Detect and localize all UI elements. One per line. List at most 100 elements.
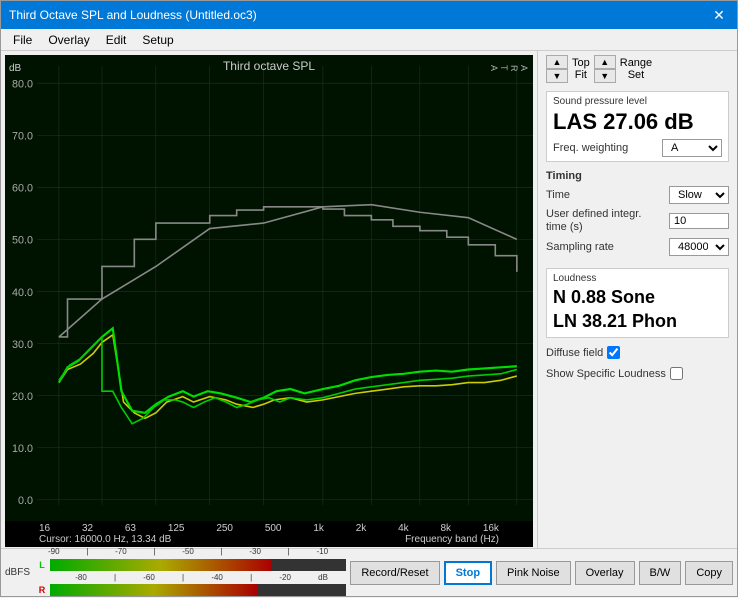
top-label: Top [572, 57, 590, 69]
top-ctrl-group: ▲ ▼ [546, 55, 568, 83]
svg-text:10.0: 10.0 [12, 443, 33, 455]
spl-label: Sound pressure level [553, 96, 722, 107]
close-button[interactable]: ✕ [709, 5, 729, 25]
svg-text:50.0: 50.0 [12, 235, 33, 247]
l-channel-label: L [36, 558, 48, 572]
r-meter-track [50, 584, 346, 596]
diffuse-field-row: Diffuse field [546, 346, 729, 359]
scale-minus20: -20 [279, 573, 291, 582]
set-label: Set [628, 69, 645, 81]
spl-section: Sound pressure level LAS 27.06 dB Freq. … [546, 91, 729, 162]
loudness-ln-value: LN 38.21 Phon [553, 310, 722, 333]
freq-63: 63 [125, 523, 136, 534]
sampling-select[interactable]: 48000 44100 [669, 238, 729, 256]
top-down-button[interactable]: ▼ [546, 69, 568, 83]
scale-labels-bottom: -80 | -60 | -40 | -20 dB [48, 573, 328, 582]
range-ctrl-group: ▲ ▼ [594, 55, 616, 83]
scale-minus10: -10 [316, 547, 328, 556]
user-integr-row: User defined integr. time (s) [546, 208, 729, 234]
copy-button[interactable]: Copy [685, 561, 733, 585]
spl-value: LAS 27.06 dB [553, 109, 722, 135]
freq-4k: 4k [398, 523, 409, 534]
svg-text:80.0: 80.0 [12, 79, 33, 91]
diffuse-field-label: Diffuse field [546, 347, 603, 359]
menu-overlay[interactable]: Overlay [40, 31, 97, 49]
chart-area: Third octave SPL dB ARTA [5, 55, 533, 544]
bottom-bar: dBFS -90 | -70 | -50 | -30 | -10 L [1, 548, 737, 596]
show-specific-row: Show Specific Loudness [546, 367, 729, 380]
range-down-button[interactable]: ▼ [594, 69, 616, 83]
dbfs-label: dBFS [5, 567, 30, 578]
scale-db-right: dB [318, 573, 328, 582]
show-specific-checkbox[interactable] [670, 367, 683, 380]
scale-minus50-pipe: | [153, 547, 155, 556]
r-meter-fill [50, 584, 257, 596]
scale-minus70: | [86, 547, 88, 556]
menu-edit[interactable]: Edit [98, 31, 135, 49]
freq-axis: 16 32 63 125 250 500 1k 2k 4k 8k 16k [9, 523, 529, 534]
pink-noise-button[interactable]: Pink Noise [496, 561, 571, 585]
svg-text:30.0: 30.0 [12, 339, 33, 351]
stop-button[interactable]: Stop [444, 561, 492, 585]
time-select[interactable]: Slow Fast [669, 186, 729, 204]
user-integr-label: User defined integr. time (s) [546, 208, 656, 234]
record-reset-button[interactable]: Record/Reset [350, 561, 439, 585]
top-up-button[interactable]: ▲ [546, 55, 568, 69]
show-specific-label: Show Specific Loudness [546, 368, 666, 380]
r-channel-label: R [36, 583, 48, 597]
title-bar: Third Octave SPL and Loudness (Untitled.… [1, 1, 737, 29]
chart-title: Third octave SPL [223, 59, 315, 73]
freq-weighting-label: Freq. weighting [553, 142, 628, 154]
user-integr-input[interactable] [669, 213, 729, 229]
top-label-group: Top Fit [572, 57, 590, 81]
menu-file[interactable]: File [5, 31, 40, 49]
scale-minus40: -40 [211, 573, 223, 582]
bw-button[interactable]: B/W [639, 561, 682, 585]
time-row: Time Slow Fast [546, 186, 729, 204]
arta-label: ARTA [489, 65, 529, 72]
range-label-group: Range Set [620, 57, 652, 81]
freq-weight-row: Freq. weighting A C Z [553, 139, 722, 157]
freq-16: 16 [39, 523, 50, 534]
range-btn-pair: ▲ ▼ [594, 55, 616, 83]
scale-minus30-pipe: | [221, 547, 223, 556]
freq-weighting-select[interactable]: A C Z [662, 139, 722, 157]
time-label: Time [546, 189, 570, 201]
svg-text:40.0: 40.0 [12, 287, 33, 299]
loudness-label: Loudness [553, 273, 722, 284]
range-label: Range [620, 57, 652, 69]
meter-wrapper: -90 | -70 | -50 | -30 | -10 L -80 [36, 547, 346, 598]
scale-minus90: -90 [48, 547, 60, 556]
l-meter-fill [50, 559, 272, 571]
scale-minus70-val: -70 [115, 547, 127, 556]
freq-1k: 1k [313, 523, 324, 534]
l-meter-row: L [36, 557, 346, 573]
fit-label: Fit [575, 69, 587, 81]
freq-250: 250 [216, 523, 233, 534]
svg-text:0.0: 0.0 [18, 495, 33, 507]
svg-text:60.0: 60.0 [12, 183, 33, 195]
top-btn-pair: ▲ ▼ [546, 55, 568, 83]
db-axis-label: dB [9, 63, 21, 74]
timing-title: Timing [546, 170, 729, 182]
freq-125: 125 [168, 523, 185, 534]
main-area: Third octave SPL dB ARTA [1, 51, 737, 548]
diffuse-field-checkbox[interactable] [607, 346, 620, 359]
range-up-button[interactable]: ▲ [594, 55, 616, 69]
scale-r-pipe4: | [250, 573, 252, 582]
cursor-info: Cursor: 16000.0 Hz, 13.34 dB [39, 534, 171, 545]
sampling-label: Sampling rate [546, 241, 614, 253]
scale-labels-top: -90 | -70 | -50 | -30 | -10 [48, 547, 328, 556]
freq-axis-label: Frequency band (Hz) [405, 534, 499, 545]
overlay-button[interactable]: Overlay [575, 561, 635, 585]
main-window: Third Octave SPL and Loudness (Untitled.… [0, 0, 738, 597]
svg-text:20.0: 20.0 [12, 391, 33, 403]
menu-setup[interactable]: Setup [134, 31, 181, 49]
scale-r-pipe3: | [182, 573, 184, 582]
window-title: Third Octave SPL and Loudness (Untitled.… [9, 8, 709, 22]
freq-16k: 16k [483, 523, 499, 534]
menu-bar: File Overlay Edit Setup [1, 29, 737, 51]
loudness-n-value: N 0.88 Sone [553, 286, 722, 309]
chart-container: Third octave SPL dB ARTA [5, 55, 533, 521]
bottom-buttons: Record/Reset Stop Pink Noise Overlay B/W… [350, 561, 733, 585]
